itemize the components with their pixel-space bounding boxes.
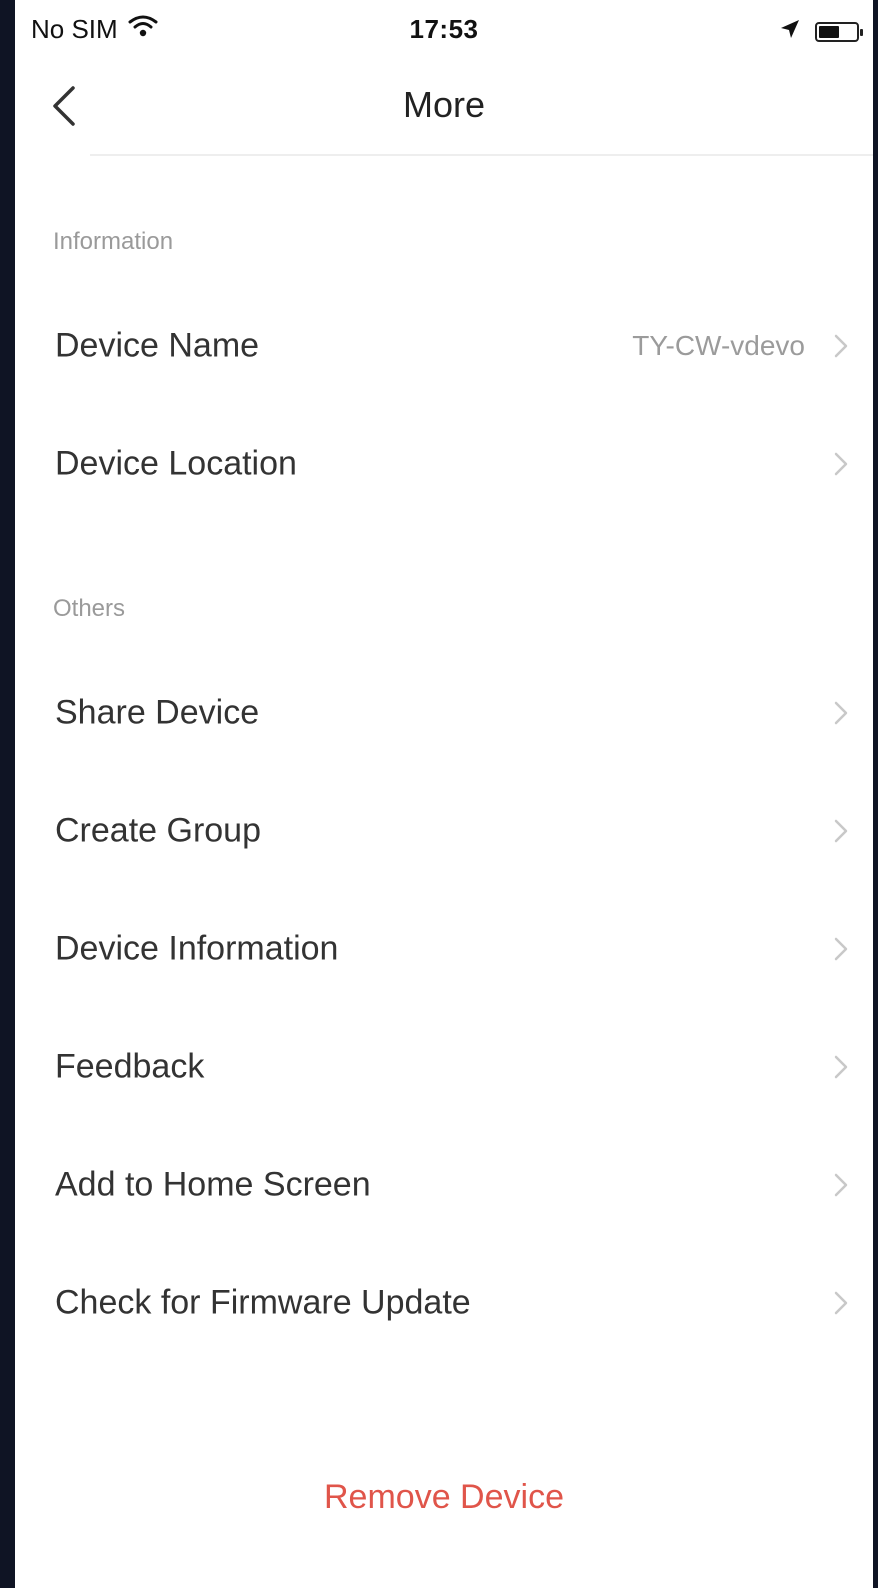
- row-device-location[interactable]: Device Location: [15, 405, 873, 523]
- chevron-right-icon: [831, 331, 851, 361]
- location-arrow-icon: [779, 16, 801, 47]
- row-label: Create Group: [55, 811, 261, 850]
- chevron-right-icon: [831, 1052, 851, 1082]
- app-screen: No SIM 17:53 More Information Device Nam…: [15, 0, 873, 1588]
- chevron-right-icon: [831, 934, 851, 964]
- status-bar: No SIM 17:53: [15, 0, 873, 58]
- battery-level: [819, 25, 839, 38]
- row-label: Check for Firmware Update: [55, 1283, 471, 1322]
- remove-device-button[interactable]: Remove Device: [15, 1478, 873, 1517]
- row-create-group[interactable]: Create Group: [15, 772, 873, 890]
- chevron-right-icon: [831, 816, 851, 846]
- status-time: 17:53: [409, 14, 479, 44]
- page-title: More: [402, 84, 486, 125]
- chevron-right-icon: [831, 698, 851, 728]
- row-device-name[interactable]: Device Name TY-CW-vdevo: [15, 287, 873, 405]
- battery-icon: [815, 21, 863, 42]
- row-share-device[interactable]: Share Device: [15, 654, 873, 772]
- row-label: Device Location: [55, 444, 297, 483]
- row-feedback[interactable]: Feedback: [15, 1008, 873, 1126]
- section-header-information: Information: [53, 228, 174, 255]
- row-label: Feedback: [55, 1047, 205, 1086]
- chevron-right-icon: [831, 449, 851, 479]
- row-check-firmware-update[interactable]: Check for Firmware Update: [15, 1244, 873, 1362]
- row-label: Share Device: [55, 693, 260, 732]
- status-right: [779, 16, 863, 47]
- row-label: Add to Home Screen: [55, 1165, 371, 1204]
- row-device-information[interactable]: Device Information: [15, 890, 873, 1008]
- section-header-others: Others: [53, 595, 126, 622]
- chevron-right-icon: [831, 1288, 851, 1318]
- chevron-right-icon: [831, 1170, 851, 1200]
- device-name-value: TY-CW-vdevo: [632, 330, 805, 361]
- row-add-to-home-screen[interactable]: Add to Home Screen: [15, 1126, 873, 1244]
- nav-divider: [90, 154, 873, 156]
- row-label: Device Name: [55, 326, 260, 365]
- nav-bar: More: [15, 58, 873, 156]
- row-label: Device Information: [55, 929, 339, 968]
